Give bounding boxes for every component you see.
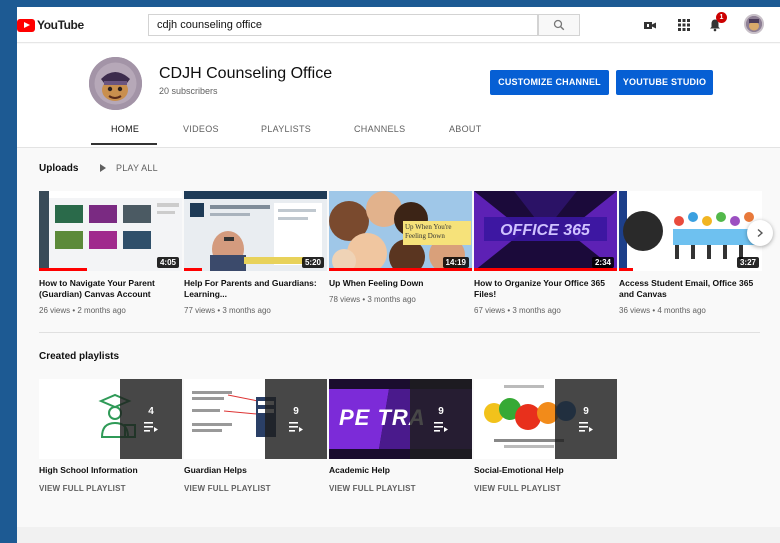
video-title[interactable]: Help For Parents and Guardians: Learning… <box>184 278 324 300</box>
view-full-playlist-link[interactable]: VIEW FULL PLAYLIST <box>474 484 561 493</box>
watch-progress-bar <box>184 268 202 271</box>
youtube-logo-text: YouTube <box>37 18 84 32</box>
search-input[interactable]: cdjh counseling office <box>148 14 538 36</box>
video-meta: 77 views • 3 months ago <box>184 306 271 315</box>
video-duration: 2:34 <box>591 257 614 268</box>
playlist-icon <box>434 422 448 432</box>
video-duration: 5:20 <box>301 257 324 268</box>
playlist-icon <box>579 422 593 432</box>
video-thumbnail[interactable]: 4:05 <box>39 191 182 271</box>
watch-progress-bar <box>474 268 617 271</box>
customize-channel-button[interactable]: CUSTOMIZE CHANNEL <box>490 70 609 95</box>
playlist-count-overlay: 9 <box>410 379 472 459</box>
video-meta: 36 views • 4 months ago <box>619 306 706 315</box>
playlist-icon <box>144 422 158 432</box>
youtube-window: YouTube cdjh counseling office 1 CDJH Co… <box>17 7 780 543</box>
video-title[interactable]: Access Student Email, Office 365 and Can… <box>619 278 759 300</box>
top-bar: YouTube cdjh counseling office 1 <box>17 7 780 43</box>
video-duration: 3:27 <box>736 257 759 268</box>
playlist-thumbnail[interactable]: 4 <box>39 379 182 459</box>
view-full-playlist-link[interactable]: VIEW FULL PLAYLIST <box>329 484 416 493</box>
svg-text:OFFICE 365: OFFICE 365 <box>500 222 591 239</box>
avatar-image <box>746 16 762 32</box>
playlist-icon <box>289 422 303 432</box>
playlist-count-overlay: 4 <box>120 379 182 459</box>
view-full-playlist-link[interactable]: VIEW FULL PLAYLIST <box>184 484 271 493</box>
channel-header: CDJH Counseling Office 20 subscribers CU… <box>17 44 780 148</box>
video-meta: 26 views • 2 months ago <box>39 306 126 315</box>
video-title[interactable]: Up When Feeling Down <box>329 278 469 289</box>
video-duration: 14:19 <box>442 257 469 268</box>
playlist-title[interactable]: High School Information <box>39 465 138 475</box>
video-camera-icon[interactable] <box>643 18 657 32</box>
playlist-video-count: 9 <box>438 406 444 417</box>
uploads-heading[interactable]: Uploads <box>39 163 78 174</box>
watch-progress-bar <box>39 268 87 271</box>
account-avatar[interactable] <box>744 14 764 34</box>
tab-playlists[interactable]: PLAYLISTS <box>261 124 311 134</box>
tab-home[interactable]: HOME <box>111 124 139 134</box>
video-meta: 67 views • 3 months ago <box>474 306 561 315</box>
playlist-thumbnail[interactable]: 9 <box>184 379 327 459</box>
playlist-thumbnail[interactable]: 9 <box>474 379 617 459</box>
channel-avatar[interactable] <box>89 57 142 110</box>
video-meta: 78 views • 3 months ago <box>329 295 416 304</box>
video-thumbnail[interactable]: OFFICE 365 2:34 <box>474 191 617 271</box>
active-tab-indicator <box>91 143 157 145</box>
playlist-video-count: 4 <box>148 406 154 417</box>
playlist-title[interactable]: Academic Help <box>329 465 390 475</box>
subscriber-count: 20 subscribers <box>159 86 218 96</box>
search-icon <box>553 19 565 31</box>
tab-videos[interactable]: VIDEOS <box>183 124 219 134</box>
watch-progress-bar <box>619 268 633 271</box>
play-icon <box>100 164 106 172</box>
thumbnail-caption: Up When You're Feeling Down <box>405 223 452 240</box>
search-button[interactable] <box>538 14 580 36</box>
video-duration: 4:05 <box>156 257 179 268</box>
play-all-button[interactable]: PLAY ALL <box>100 163 158 173</box>
video-thumbnail[interactable]: 3:27 <box>619 191 762 271</box>
playlist-title[interactable]: Social-Emotional Help <box>474 465 564 475</box>
playlist-count-overlay: 9 <box>265 379 327 459</box>
carousel-next-button[interactable] <box>747 220 773 246</box>
playlists-heading: Created playlists <box>39 351 120 362</box>
tab-channels[interactable]: CHANNELS <box>354 124 405 134</box>
play-all-label: PLAY ALL <box>116 163 158 173</box>
channel-name: CDJH Counseling Office <box>159 65 333 82</box>
youtube-play-icon <box>17 18 35 32</box>
playlist-video-count: 9 <box>583 406 589 417</box>
page-bottom <box>17 527 780 543</box>
playlist-video-count: 9 <box>293 406 299 417</box>
playlist-thumbnail[interactable]: PE TRA 9 <box>329 379 472 459</box>
mascot-image <box>89 57 142 110</box>
video-title[interactable]: How to Organize Your Office 365 Files! <box>474 278 614 300</box>
watch-progress-bar <box>329 268 472 271</box>
apps-grid-icon[interactable] <box>677 18 691 32</box>
tab-about[interactable]: ABOUT <box>449 124 482 134</box>
section-divider <box>39 332 760 333</box>
video-title[interactable]: How to Navigate Your Parent (Guardian) C… <box>39 278 179 300</box>
notification-badge: 1 <box>716 12 727 23</box>
youtube-studio-button[interactable]: YOUTUBE STUDIO <box>616 70 713 95</box>
youtube-logo[interactable]: YouTube <box>17 18 84 32</box>
playlist-count-overlay: 9 <box>555 379 617 459</box>
playlist-title[interactable]: Guardian Helps <box>184 465 247 475</box>
video-thumbnail[interactable]: Up When You're Feeling Down 14:19 <box>329 191 472 271</box>
view-full-playlist-link[interactable]: VIEW FULL PLAYLIST <box>39 484 126 493</box>
chevron-right-icon <box>757 228 764 238</box>
video-thumbnail[interactable]: 5:20 <box>184 191 327 271</box>
